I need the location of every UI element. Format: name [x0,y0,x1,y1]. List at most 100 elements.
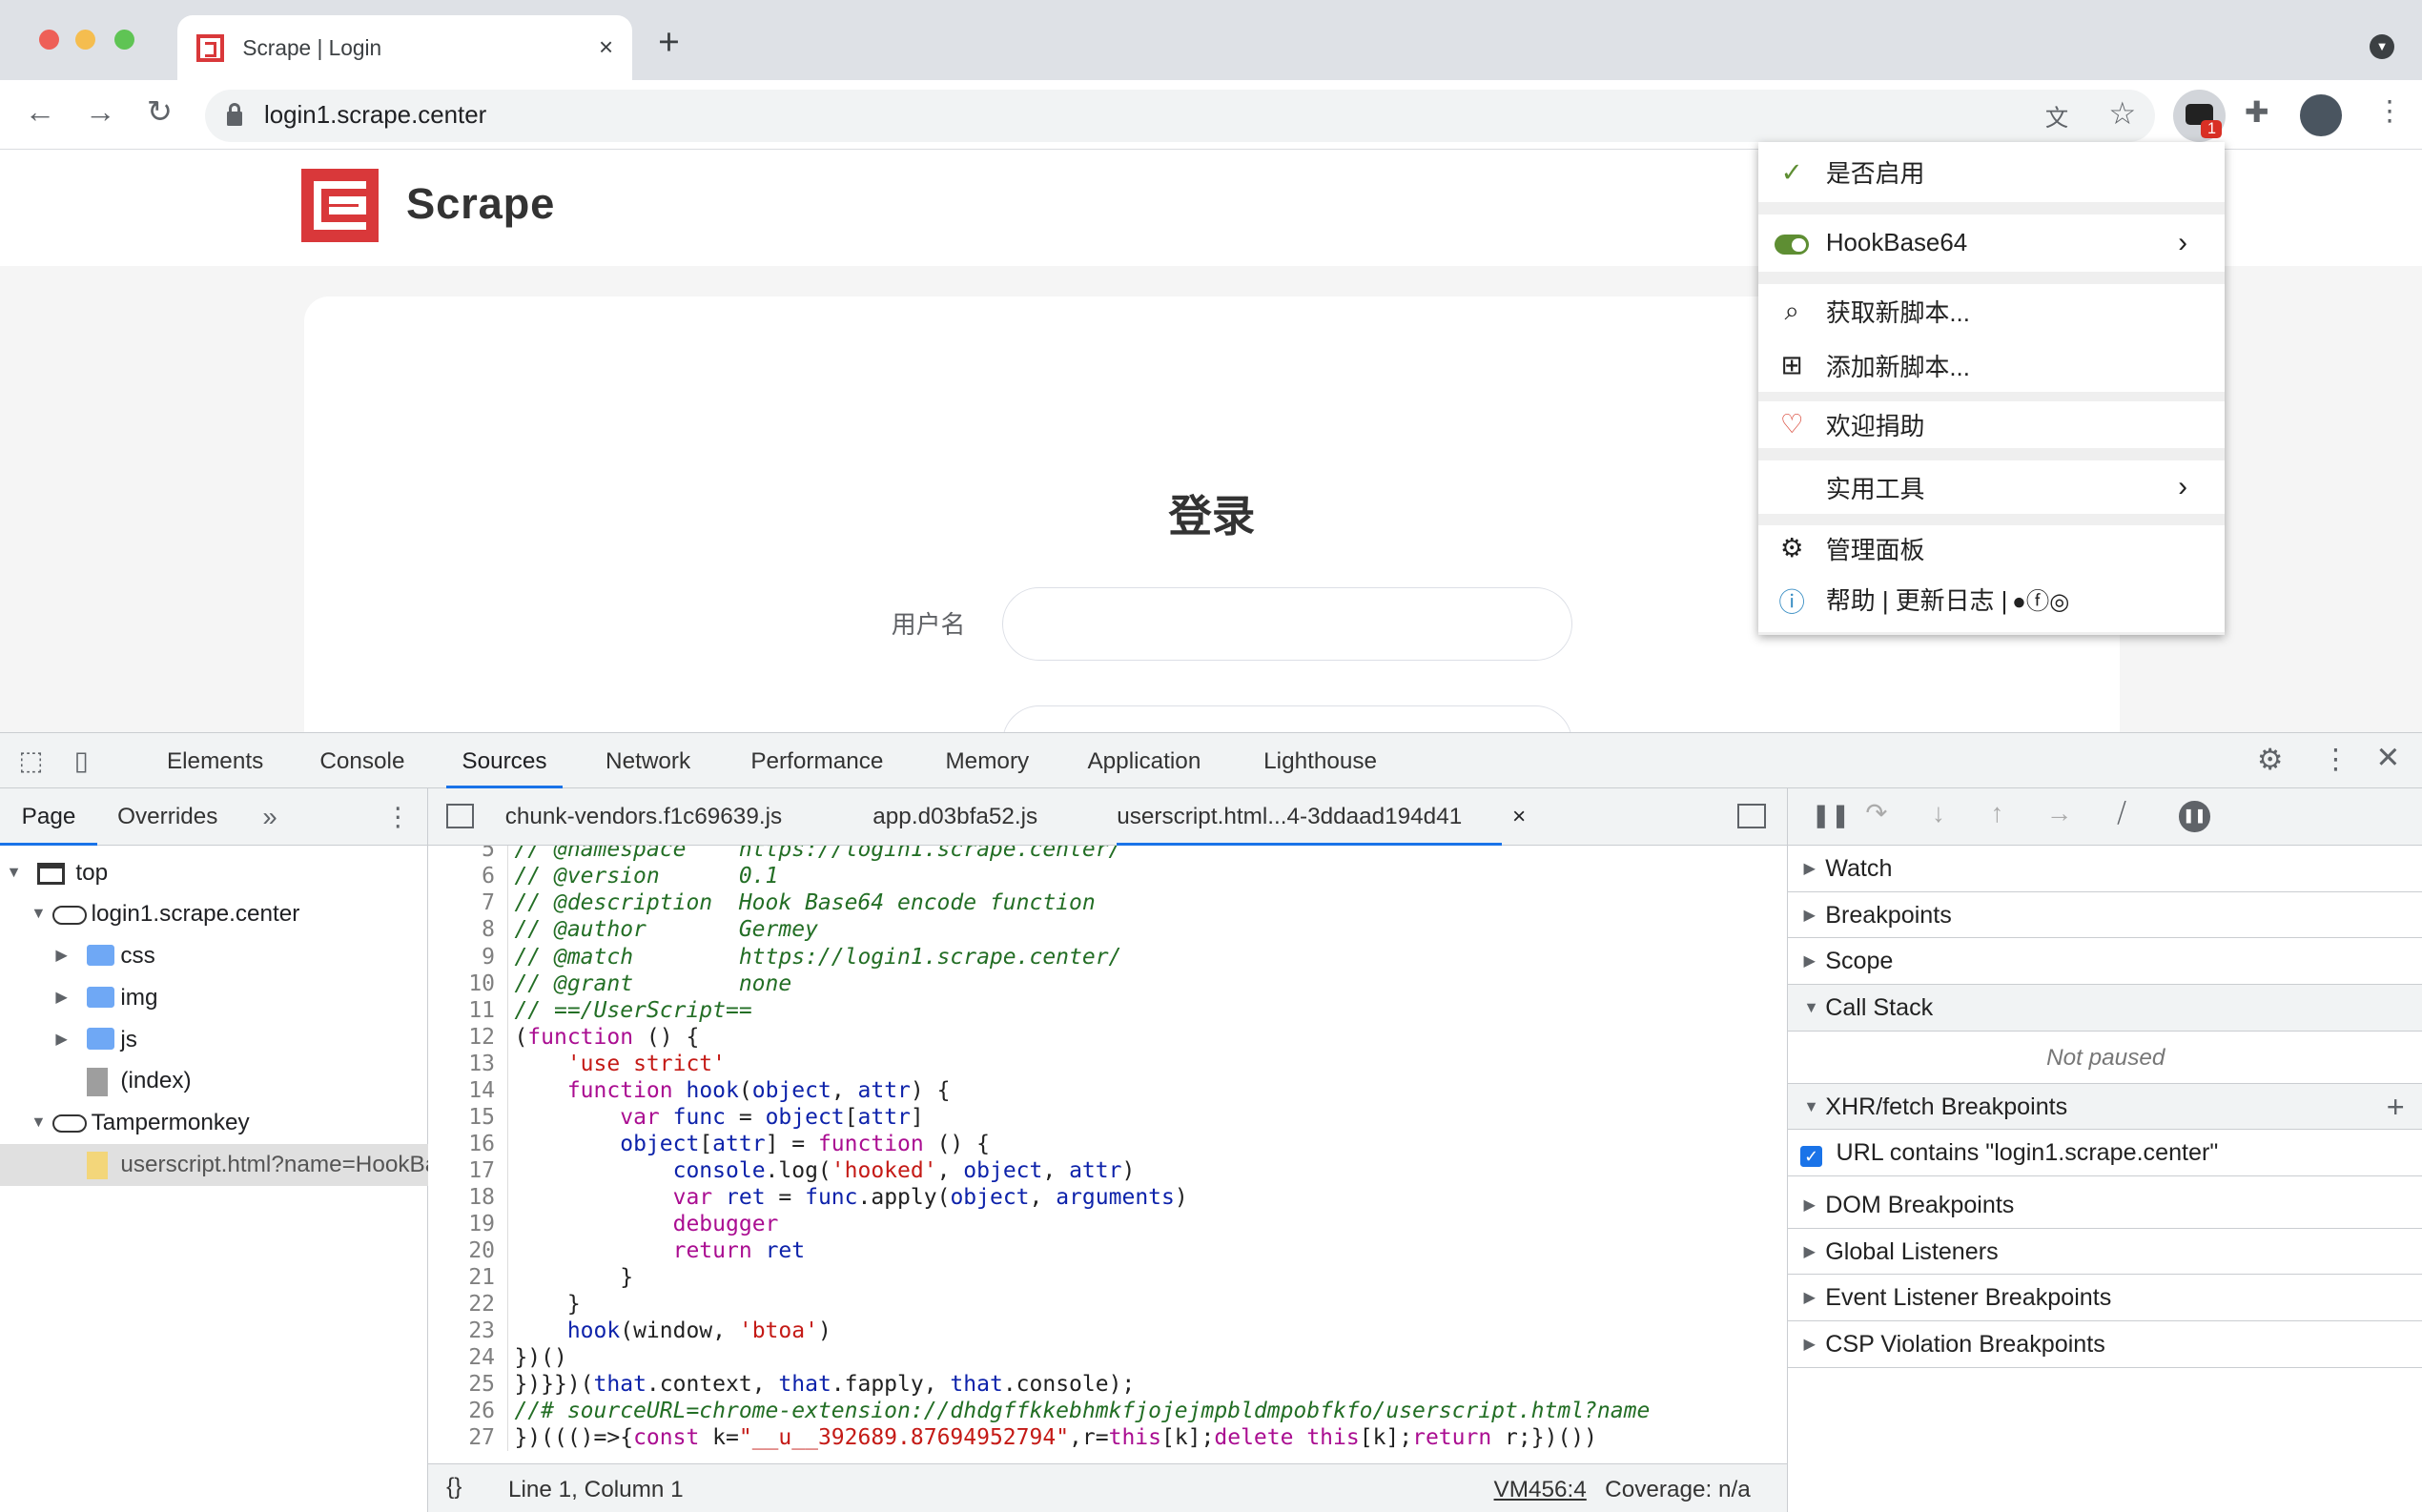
checkbox[interactable]: ✓ [1800,1145,1822,1168]
xhr-breakpoint-item[interactable]: ✓ URL contains "login1.scrape.center" [1788,1130,2422,1176]
section-csp-violation-breakpoints[interactable]: ▶ CSP Violation Breakpoints [1788,1321,2422,1368]
tree-item[interactable]: (index) [0,1060,428,1102]
menu-item-enable[interactable]: ✓ 是否启用 [1757,142,2225,203]
minimize-window-button[interactable] [75,29,96,50]
expand-arrow-icon[interactable]: ▼ [31,893,46,935]
line-number[interactable]: 10 [428,970,508,997]
line-number[interactable]: 9 [428,943,508,971]
extensions-puzzle-icon[interactable]: ✚ [2245,95,2269,130]
line-number[interactable]: 6 [428,863,508,890]
line-number[interactable]: 26 [428,1397,508,1424]
section-global-listeners[interactable]: ▶ Global Listeners [1788,1228,2422,1276]
code-line[interactable]: 17 console.log('hooked', object, attr) [428,1156,1788,1184]
forward-icon[interactable]: → [85,95,115,130]
code-line[interactable]: 27})((()=>{const k="__u__392689.87694952… [428,1423,1788,1451]
menu-item-hookbase64[interactable]: HookBase64 › [1757,215,2225,273]
code-line[interactable]: 12 (function () { [428,1023,1788,1051]
line-number[interactable]: 14 [428,1076,508,1104]
tab-application[interactable]: Application [1087,733,1201,788]
tab-search-icon[interactable]: ▼ [2370,33,2394,59]
line-number[interactable]: 22 [428,1290,508,1318]
code-line[interactable]: 11// ==/UserScript== [428,996,1788,1024]
pause-on-exceptions-icon[interactable]: ❚❚ [2179,801,2210,832]
code-line[interactable]: 24})() [428,1343,1788,1371]
file-tab[interactable]: app.d03bfa52.js [872,788,1037,846]
code-line[interactable]: 19 debugger [428,1210,1788,1237]
section-event-listener-breakpoints[interactable]: ▶ Event Listener Breakpoints [1788,1275,2422,1322]
device-toolbar-icon[interactable]: ▯ [74,746,89,776]
vm-link[interactable]: VM456:4 [1494,1477,1587,1503]
line-number[interactable]: 5 [428,846,508,864]
tab-page[interactable]: Page [0,788,98,847]
translate-icon[interactable]: 文 [2045,99,2068,133]
line-number[interactable]: 23 [428,1317,508,1344]
code-line[interactable]: 26//# sourceURL=chrome-extension://dhdgf… [428,1397,1788,1424]
expand-arrow-icon[interactable]: ▶ [55,935,67,977]
line-number[interactable]: 8 [428,916,508,944]
pretty-print-icon[interactable]: {} [446,1474,462,1501]
inspect-element-icon[interactable]: ⬚ [18,746,43,776]
section-breakpoints[interactable]: ▶ Breakpoints [1788,891,2422,939]
line-number[interactable]: 24 [428,1343,508,1371]
settings-gear-icon[interactable]: ⚙ [2257,743,2284,777]
add-breakpoint-icon[interactable]: + [2387,1084,2405,1131]
code-line[interactable]: 21 } [428,1263,1788,1291]
code-line[interactable]: 7// @description Hook Base64 encode func… [428,889,1788,917]
line-number[interactable]: 7 [428,889,508,917]
menu-item-dashboard[interactable]: ⚙ 管理面板 [1758,525,2225,572]
username-input[interactable] [1002,586,1573,662]
menu-item-add-script[interactable]: ⊞ 添加新脚本... [1758,338,2225,393]
pause-icon[interactable]: ❚❚ [1812,801,1851,829]
line-number[interactable]: 12 [428,1023,508,1051]
tree-item[interactable]: ▼ Tampermonkey [0,1102,428,1144]
code-line[interactable]: 10// @grant none [428,970,1788,997]
tree-item[interactable]: ▶ css [0,935,428,977]
expand-arrow-icon[interactable]: ▼ [6,852,21,894]
browser-menu-icon[interactable]: ⋮ [2376,94,2404,128]
tab-elements[interactable]: Elements [167,733,263,788]
tree-item[interactable]: ▼ top [0,852,428,894]
code-line[interactable]: 6// @version 0.1 [428,863,1788,890]
code-view[interactable]: 5 // @namespace https://login1.scrape.cen… [428,846,1788,1463]
expand-arrow-icon[interactable]: ▼ [31,1102,46,1144]
toggle-icon[interactable] [1758,228,1826,258]
close-file-tab-icon[interactable]: × [1512,788,1526,846]
lock-icon[interactable] [227,102,243,127]
tampermonkey-extension-button[interactable]: 1 [2173,89,2227,143]
section-xhr-breakpoints[interactable]: ▼ XHR/fetch Breakpoints + [1788,1083,2422,1131]
more-options-icon[interactable]: ⋮ [2322,743,2350,776]
line-number[interactable]: 17 [428,1156,508,1184]
tab-memory[interactable]: Memory [945,733,1029,788]
brand-name[interactable]: Scrape [406,179,555,229]
code-line[interactable]: 20 return ret [428,1236,1788,1264]
close-devtools-icon[interactable]: ✕ [2376,741,2401,775]
code-line[interactable]: 5 // @namespace https://login1.scrape.cen… [428,846,1788,864]
url-text[interactable]: login1.scrape.center [264,102,486,130]
tab-lighthouse[interactable]: Lighthouse [1263,733,1377,788]
maximize-window-button[interactable] [113,29,134,50]
menu-item-help[interactable]: ⓘ 帮助 | 更新日志 | ●ⓕ◎ [1758,575,2225,624]
address-bar[interactable]: login1.scrape.center [205,89,2155,143]
profile-avatar[interactable] [2300,93,2342,136]
tree-item[interactable]: ▶ js [0,1019,428,1061]
menu-item-utilities[interactable]: 实用工具 › [1757,460,2225,515]
bookmark-star-icon[interactable]: ☆ [2108,95,2136,132]
line-number[interactable]: 20 [428,1236,508,1264]
close-window-button[interactable] [38,29,59,50]
tree-item[interactable]: ▶ img [0,977,428,1019]
line-number[interactable]: 11 [428,996,508,1024]
file-tab[interactable]: chunk-vendors.f1c69639.js [505,788,782,846]
line-number[interactable]: 15 [428,1103,508,1131]
toggle-debugger-icon[interactable] [1737,804,1766,829]
tab-sources[interactable]: Sources [446,733,563,789]
new-tab-button[interactable]: + [658,24,680,62]
code-line[interactable]: 14 function hook(object, attr) { [428,1076,1788,1104]
expand-arrow-icon[interactable]: ▶ [55,977,67,1019]
tab-overrides[interactable]: Overrides [117,788,217,846]
line-number[interactable]: 21 [428,1263,508,1291]
line-number[interactable]: 18 [428,1183,508,1211]
tab-close-icon[interactable]: × [599,34,613,62]
line-number[interactable]: 27 [428,1423,508,1451]
code-line[interactable]: 9// @match https://login1.scrape.center/ [428,943,1788,971]
tree-item[interactable]: ▼ login1.scrape.center [0,893,428,935]
